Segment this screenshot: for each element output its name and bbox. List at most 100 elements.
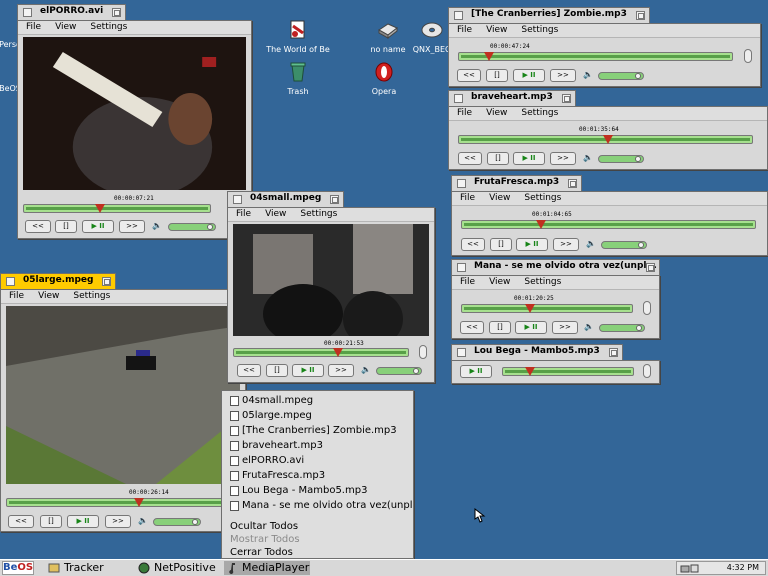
menu-item-zombie[interactable]: [The Cranberries] Zombie.mp3 (230, 425, 397, 436)
zoom-box-icon[interactable] (112, 8, 122, 17)
menu-view[interactable]: View (489, 193, 510, 204)
menu-file[interactable]: File (460, 193, 475, 204)
window-tab[interactable]: FrutaFresca.mp3 (451, 175, 583, 191)
close-box-icon[interactable] (457, 179, 466, 188)
rewind-button[interactable]: << (457, 69, 481, 82)
zoom-box-icon[interactable] (608, 348, 618, 357)
menu-view[interactable]: View (55, 22, 76, 33)
volume-slider[interactable] (153, 518, 201, 526)
zoom-box-icon[interactable] (102, 277, 112, 286)
play-pause-button[interactable]: ▶ II (82, 220, 114, 233)
close-box-icon[interactable] (6, 277, 15, 286)
stop-button[interactable]: [] (490, 238, 512, 251)
scroll-knob[interactable] (744, 49, 752, 63)
forward-button[interactable]: >> (119, 220, 145, 233)
seek-slider[interactable] (233, 348, 409, 357)
window-tab[interactable]: 05large.mpeg (0, 273, 117, 289)
volume-slider[interactable] (599, 324, 645, 332)
stop-button[interactable]: [] (55, 220, 77, 233)
menu-file[interactable]: File (9, 291, 24, 302)
menu-file[interactable]: File (26, 22, 41, 33)
forward-button[interactable]: >> (553, 238, 579, 251)
stop-button[interactable]: [] (489, 321, 511, 334)
close-box-icon[interactable] (454, 94, 463, 103)
seek-slider[interactable] (502, 367, 634, 376)
stop-button[interactable]: [] (266, 364, 288, 377)
task-netpositive[interactable]: NetPositive (136, 561, 220, 575)
forward-button[interactable]: >> (105, 515, 131, 528)
window-05large[interactable]: 05large.mpeg File View Settings 00:00:26:1… (0, 273, 246, 532)
play-pause-button[interactable]: ▶ II (67, 515, 99, 528)
menu-item-elporro[interactable]: elPORRO.avi (230, 455, 304, 466)
play-pause-button[interactable]: ▶ II (460, 365, 492, 378)
zoom-box-icon[interactable] (561, 94, 571, 103)
seek-thumb[interactable] (134, 498, 144, 507)
window-tab[interactable]: 04small.mpeg (227, 191, 345, 207)
rewind-button[interactable]: << (458, 152, 482, 165)
rewind-button[interactable]: << (8, 515, 34, 528)
seek-thumb[interactable] (525, 367, 536, 376)
rewind-button[interactable]: << (460, 321, 484, 334)
seek-thumb[interactable] (603, 135, 614, 144)
menu-settings[interactable]: Settings (73, 291, 110, 302)
play-pause-button[interactable]: ▶ II (516, 238, 548, 251)
stop-button[interactable]: [] (40, 515, 62, 528)
forward-button[interactable]: >> (550, 152, 576, 165)
seek-slider[interactable] (461, 304, 633, 313)
close-box-icon[interactable] (454, 11, 463, 20)
seek-slider[interactable] (6, 498, 228, 507)
play-pause-button[interactable]: ▶ II (515, 321, 547, 334)
window-elporro[interactable]: elPORRO.avi File View Settings 00:00:07:21… (17, 4, 252, 239)
window-mana[interactable]: Mana - se me olvido otra vez(unpl... Fil… (451, 259, 660, 339)
desktop-icon-opera[interactable]: Opera (348, 60, 420, 96)
rewind-button[interactable]: << (461, 238, 485, 251)
be-menu-button[interactable]: BeOS (2, 561, 34, 575)
forward-button[interactable]: >> (552, 321, 578, 334)
menu-settings[interactable]: Settings (521, 25, 558, 36)
close-box-icon[interactable] (457, 263, 466, 272)
menu-file[interactable]: File (457, 108, 472, 119)
seek-slider[interactable] (458, 52, 733, 61)
desktop-icon-world-of-be[interactable]: The World of Be (262, 18, 334, 54)
menu-view[interactable]: View (486, 25, 507, 36)
task-tracker[interactable]: Tracker (46, 561, 128, 575)
window-braveheart[interactable]: braveheart.mp3 File View Settings 00:01:35… (448, 90, 768, 170)
menu-view[interactable]: View (489, 277, 510, 288)
stop-button[interactable]: [] (487, 152, 509, 165)
desktop-icon-trash[interactable]: Trash (262, 60, 334, 96)
task-mediaplayer[interactable]: MediaPlayer (224, 561, 310, 575)
volume-slider[interactable] (376, 367, 422, 375)
forward-button[interactable]: >> (550, 69, 576, 82)
menu-view[interactable]: View (38, 291, 59, 302)
window-tab[interactable]: braveheart.mp3 (448, 90, 576, 106)
window-zombie[interactable]: [The Cranberries] Zombie.mp3 File View Set… (448, 7, 761, 87)
window-tab[interactable]: Lou Bega - Mambo5.mp3 (451, 344, 623, 360)
zoom-box-icon[interactable] (635, 11, 645, 20)
zoom-box-icon[interactable] (568, 179, 578, 188)
close-box-icon[interactable] (23, 8, 32, 17)
menu-item-braveheart[interactable]: braveheart.mp3 (230, 440, 323, 451)
window-tab[interactable]: elPORRO.avi (17, 4, 127, 20)
window-frutafresca[interactable]: FrutaFresca.mp3 File View Settings 00:01:0… (451, 175, 768, 256)
window-loubega[interactable]: Lou Bega - Mambo5.mp3 ▶ II (451, 344, 660, 384)
volume-slider[interactable] (598, 155, 644, 163)
rewind-button[interactable]: << (25, 220, 51, 233)
play-pause-button[interactable]: ▶ II (292, 364, 324, 377)
play-pause-button[interactable]: ▶ II (513, 152, 545, 165)
hide-all-item[interactable]: Ocultar Todos (230, 521, 298, 532)
menu-item-mana[interactable]: Mana - se me olvido otra vez(unpl (230, 500, 413, 511)
forward-button[interactable]: >> (328, 364, 354, 377)
menu-settings[interactable]: Settings (524, 277, 561, 288)
volume-slider[interactable] (168, 223, 216, 231)
seek-thumb[interactable] (525, 304, 535, 313)
volume-slider[interactable] (601, 241, 647, 249)
clock[interactable]: 4:32 PM (727, 563, 759, 572)
close-all-item[interactable]: Cerrar Todos (230, 547, 293, 558)
menu-item-loubega[interactable]: Lou Bega - Mambo5.mp3 (230, 485, 367, 496)
menu-settings[interactable]: Settings (90, 22, 127, 33)
rewind-button[interactable]: << (237, 364, 261, 377)
volume-slider[interactable] (598, 72, 644, 80)
scroll-knob[interactable] (419, 345, 427, 359)
menu-item-04small[interactable]: 04small.mpeg (230, 395, 313, 406)
seek-slider[interactable] (23, 204, 211, 213)
